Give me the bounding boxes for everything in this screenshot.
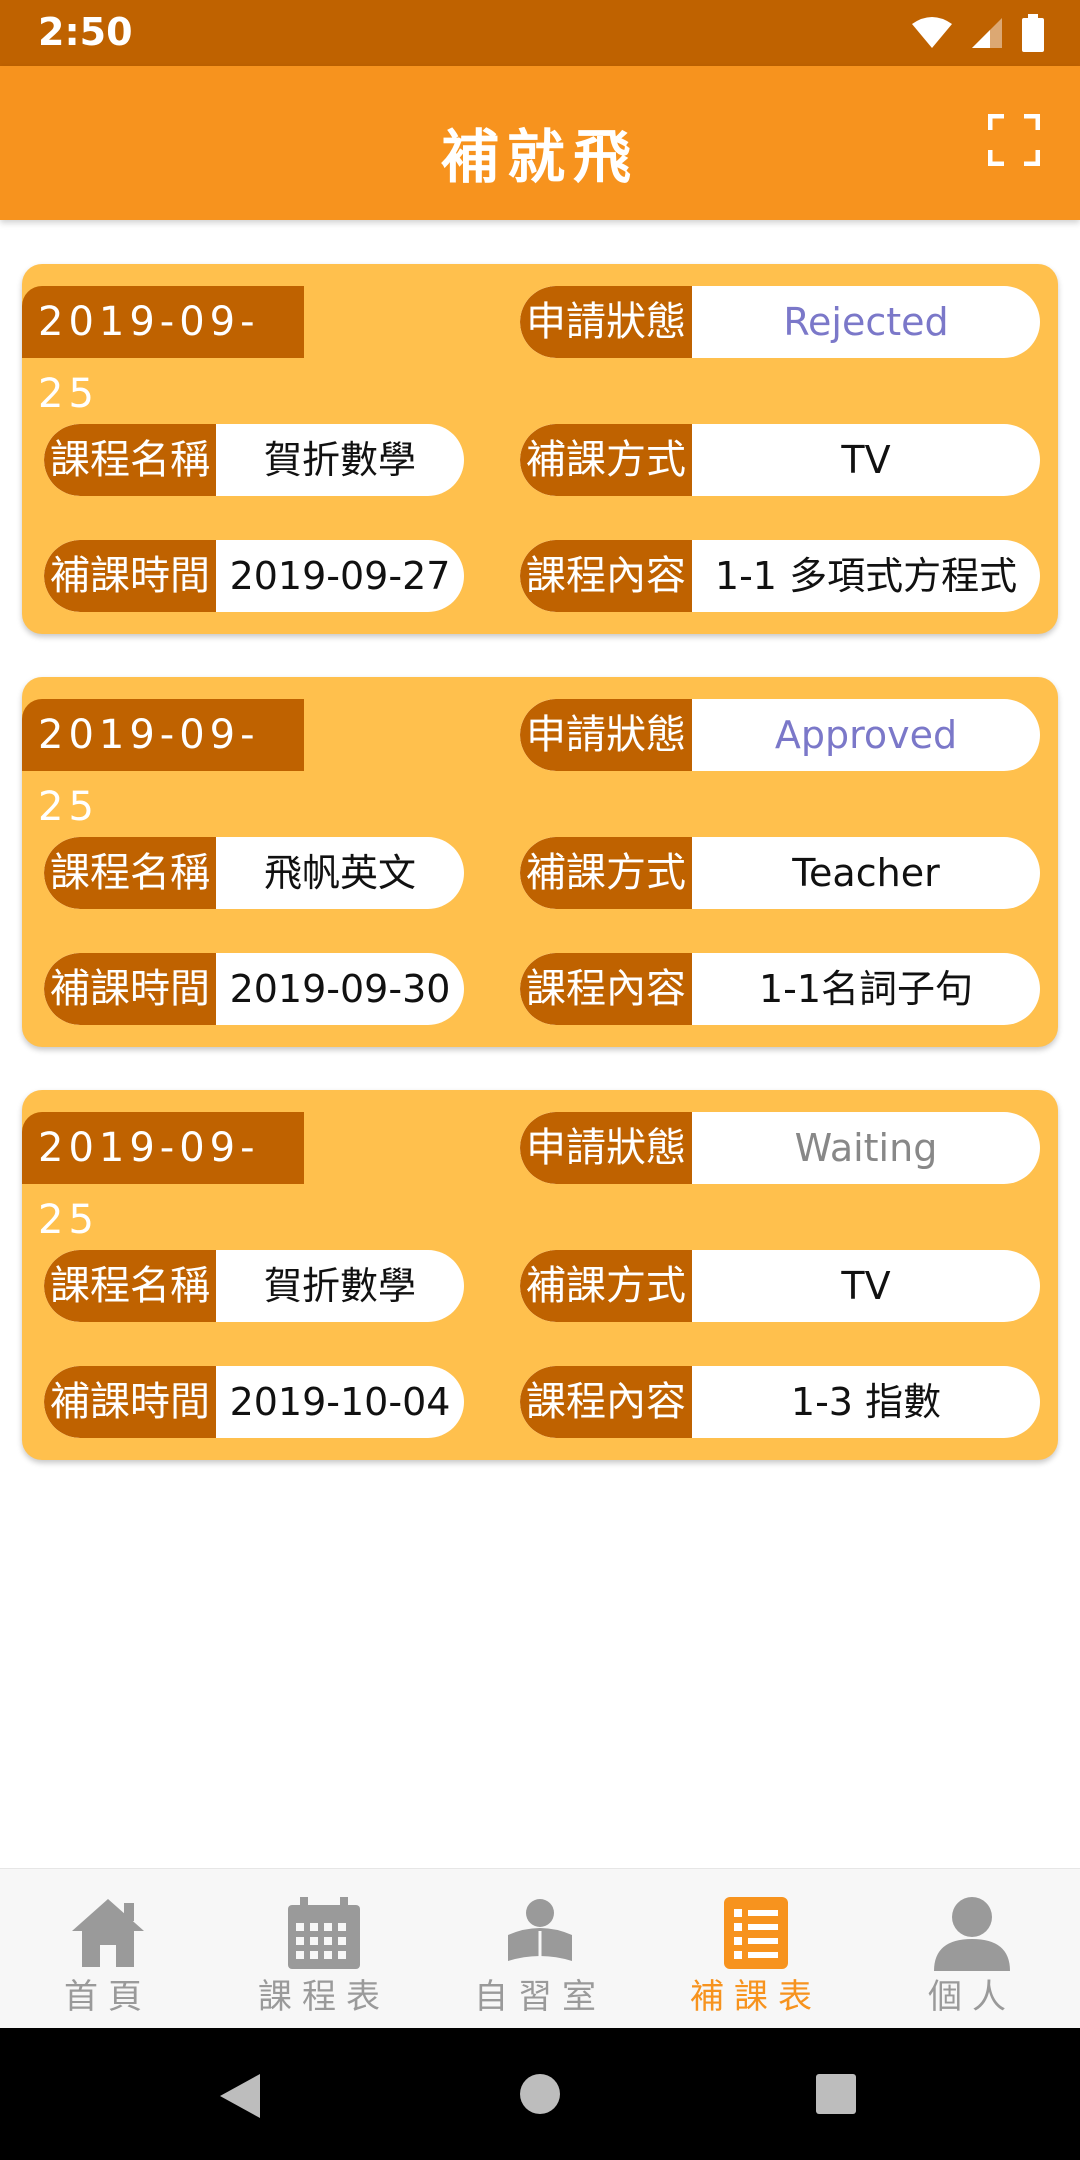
- back-icon[interactable]: [218, 2072, 262, 2120]
- nav-label-profile: 個人: [928, 1977, 1016, 2017]
- record-date: 2019-09-25: [22, 1112, 304, 1243]
- nav-label-makeup-list: 補課表: [690, 1977, 822, 2017]
- content-value: 1-1名詞子句: [758, 967, 974, 1011]
- person-icon: [934, 1897, 1010, 1971]
- method-field: 補課方式 Teacher: [520, 837, 1040, 909]
- record-date: 2019-09-25: [22, 286, 304, 417]
- time-field: 補課時間 2019-09-30: [44, 953, 464, 1025]
- content-label: 課程內容: [520, 1366, 692, 1438]
- home-icon: [72, 1899, 144, 1967]
- study-room-icon: [508, 1899, 572, 1961]
- course-name-value: 賀折數學: [263, 438, 416, 482]
- calendar-icon: [288, 1897, 360, 1969]
- record-card[interactable]: 2019-09-25 申請狀態 Rejected 課程名稱 賀折數學 補課方式 …: [22, 264, 1058, 634]
- content-field: 課程內容 1-1名詞子句: [520, 953, 1040, 1025]
- recents-icon[interactable]: [816, 2074, 856, 2114]
- content-value: 1-3 指數: [790, 1380, 942, 1424]
- content-label: 課程內容: [520, 540, 692, 612]
- course-name-field: 課程名稱 賀折數學: [44, 424, 464, 496]
- course-name-label: 課程名稱: [44, 424, 216, 496]
- status-label: 申請狀態: [520, 1112, 692, 1184]
- nav-label-study-room: 自習室: [474, 1977, 606, 2017]
- method-label: 補課方式: [520, 1250, 692, 1322]
- status-value: Rejected: [783, 300, 949, 344]
- status-icons: [912, 14, 1044, 52]
- status-field: 申請狀態 Waiting: [520, 1112, 1040, 1184]
- course-name-label: 課程名稱: [44, 837, 216, 909]
- nav-item-home[interactable]: 首頁: [0, 1869, 216, 2029]
- bottom-nav: 首頁 課程表 自習室 補課表 個人: [0, 1868, 1080, 2028]
- nav-item-schedule[interactable]: 課程表: [216, 1869, 432, 2029]
- record-date: 2019-09-25: [22, 699, 304, 830]
- record-card[interactable]: 2019-09-25 申請狀態 Approved 課程名稱 飛帆英文 補課方式 …: [22, 677, 1058, 1047]
- method-value: TV: [841, 438, 891, 482]
- time-field: 補課時間 2019-10-04: [44, 1366, 464, 1438]
- course-name-field: 課程名稱 賀折數學: [44, 1250, 464, 1322]
- content-field: 課程內容 1-1 多項式方程式: [520, 540, 1040, 612]
- method-field: 補課方式 TV: [520, 424, 1040, 496]
- status-label: 申請狀態: [520, 286, 692, 358]
- status-label: 申請狀態: [520, 699, 692, 771]
- record-card[interactable]: 2019-09-25 申請狀態 Waiting 課程名稱 賀折數學 補課方式 T…: [22, 1090, 1058, 1460]
- content-field: 課程內容 1-3 指數: [520, 1366, 1040, 1438]
- method-label: 補課方式: [520, 424, 692, 496]
- wifi-icon: [912, 17, 952, 48]
- time-label: 補課時間: [44, 953, 216, 1025]
- content-label: 課程內容: [520, 953, 692, 1025]
- signal-icon: [972, 18, 1002, 48]
- status-field: 申請狀態 Rejected: [520, 286, 1040, 358]
- course-name-value: 飛帆英文: [263, 851, 416, 895]
- method-field: 補課方式 TV: [520, 1250, 1040, 1322]
- list-icon: [724, 1897, 788, 1969]
- status-value: Approved: [774, 713, 958, 757]
- nav-item-makeup-list[interactable]: 補課表: [648, 1869, 864, 2029]
- time-value: 2019-09-30: [229, 967, 451, 1011]
- method-value: TV: [841, 1264, 891, 1308]
- content-value: 1-1 多項式方程式: [714, 554, 1018, 598]
- system-nav-bar: [0, 2028, 1080, 2160]
- home-nav-icon[interactable]: [520, 2074, 560, 2114]
- time-field: 補課時間 2019-09-27: [44, 540, 464, 612]
- nav-label-home: 首頁: [64, 1977, 152, 2017]
- method-value: Teacher: [792, 851, 940, 895]
- course-name-value: 賀折數學: [263, 1264, 416, 1308]
- nav-label-schedule: 課程表: [258, 1977, 390, 2017]
- course-name-label: 課程名稱: [44, 1250, 216, 1322]
- status-value: Waiting: [794, 1126, 938, 1170]
- course-name-field: 課程名稱 飛帆英文: [44, 837, 464, 909]
- method-label: 補課方式: [520, 837, 692, 909]
- time-value: 2019-09-27: [229, 554, 451, 598]
- status-time: 2:50: [38, 10, 133, 54]
- status-bar: 2:50: [0, 0, 1080, 66]
- time-value: 2019-10-04: [229, 1380, 451, 1424]
- battery-icon: [1022, 14, 1044, 52]
- time-label: 補課時間: [44, 540, 216, 612]
- scan-icon[interactable]: [988, 114, 1040, 166]
- nav-item-profile[interactable]: 個人: [864, 1869, 1080, 2029]
- app-bar: 補就飛: [0, 66, 1080, 220]
- app-title: 補就飛: [440, 123, 639, 191]
- time-label: 補課時間: [44, 1366, 216, 1438]
- nav-item-study-room[interactable]: 自習室: [432, 1869, 648, 2029]
- status-field: 申請狀態 Approved: [520, 699, 1040, 771]
